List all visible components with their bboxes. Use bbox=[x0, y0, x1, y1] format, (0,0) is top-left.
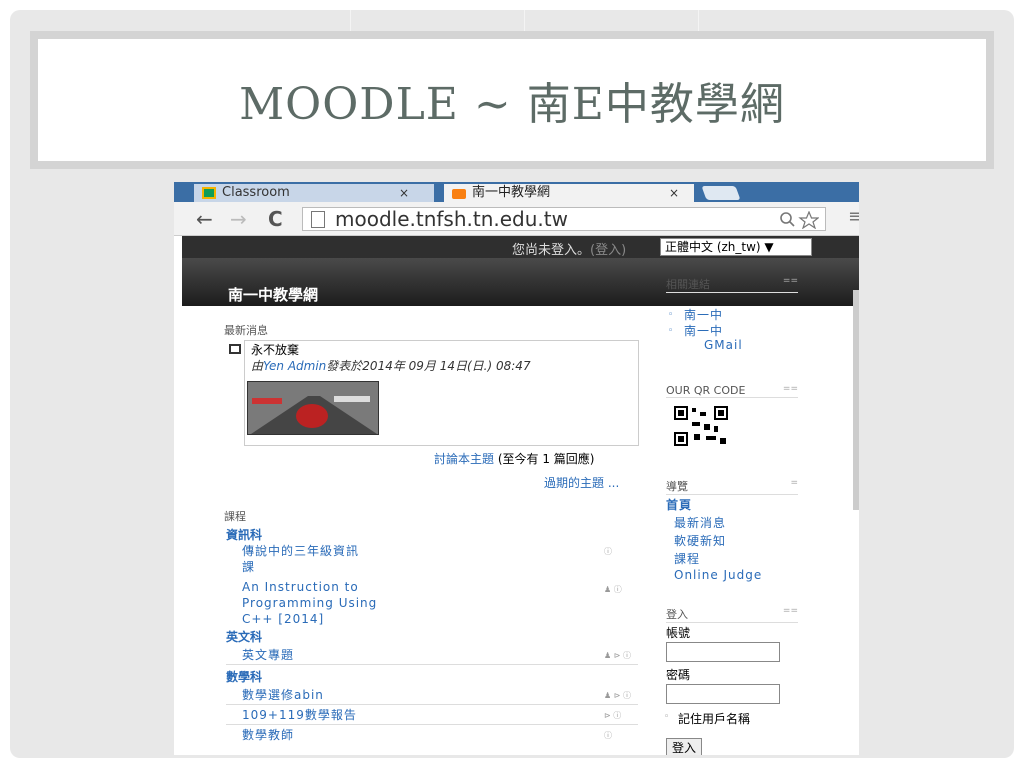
tab-label: 南一中教學網 bbox=[472, 185, 551, 200]
scrollbar[interactable] bbox=[853, 290, 859, 510]
slide-divider bbox=[350, 10, 351, 32]
post-title: 永不放棄 bbox=[251, 343, 300, 357]
language-select[interactable]: 正體中文 (zh_tw) ▼ bbox=[660, 238, 812, 256]
info-icon: ⓘ bbox=[604, 547, 612, 556]
username-label: 帳號 bbox=[666, 626, 691, 640]
block-toggle[interactable]: == bbox=[783, 384, 798, 394]
moodle-page: 您尚未登入。(登入) 正體中文 (zh_tw) ▼ 南一中教學網 最新消息 永不… bbox=[174, 236, 859, 755]
race-car-image bbox=[248, 382, 378, 434]
slide-divider bbox=[524, 10, 525, 32]
course-link[interactable]: Programming Using bbox=[242, 596, 377, 610]
course-link[interactable]: 英文專題 bbox=[242, 646, 294, 663]
discuss-link[interactable]: 討論本主題 bbox=[434, 452, 494, 466]
tab-moodle[interactable]: 南一中教學網 × bbox=[444, 184, 694, 202]
qr-code-icon bbox=[674, 406, 728, 446]
category-info[interactable]: 資訊科 bbox=[226, 526, 262, 543]
link-tnfsh[interactable]: 南一中 bbox=[684, 306, 723, 323]
nav-courses[interactable]: 課程 bbox=[674, 550, 700, 567]
slide-divider bbox=[698, 10, 699, 32]
news-post: 永不放棄 由Yen Admin發表於2014年 09月 14日(日.) 08:4… bbox=[229, 340, 639, 446]
classroom-icon bbox=[202, 187, 216, 199]
user-icon: ♟ ⊳ ⓘ bbox=[604, 691, 631, 700]
course-link[interactable]: 數學選修abin bbox=[242, 686, 324, 703]
nav-block-title: 導覽 = bbox=[666, 478, 798, 495]
divider bbox=[226, 704, 638, 705]
browser-screenshot: Classroom × 南一中教學網 × ← → C moodle.tnfsh.… bbox=[174, 182, 859, 755]
tab-strip: Classroom × 南一中教學網 × bbox=[174, 182, 859, 202]
login-block-title: 登入 == bbox=[666, 606, 798, 623]
course-link[interactable]: 課 bbox=[242, 558, 255, 575]
tab-label: Classroom bbox=[222, 185, 290, 200]
remember-label: 記住用戶名稱 bbox=[678, 712, 751, 726]
links-block-title: 相關連結 == bbox=[666, 276, 798, 293]
moodle-icon bbox=[452, 189, 466, 199]
nav-home[interactable]: 首頁 bbox=[666, 496, 692, 513]
password-field[interactable] bbox=[666, 684, 780, 704]
courses-heading: 課程 bbox=[224, 510, 246, 523]
url-text: moodle.tnfsh.tn.edu.tw bbox=[335, 207, 568, 231]
nav-news[interactable]: 最新消息 bbox=[674, 514, 726, 531]
login-link[interactable]: 登入 bbox=[595, 243, 621, 258]
login-button[interactable]: 登入 bbox=[666, 738, 702, 755]
info-icon: ⊳ ⓘ bbox=[604, 711, 622, 720]
course-link[interactable]: 數學教師 bbox=[242, 726, 294, 743]
category-english[interactable]: 英文科 bbox=[226, 628, 262, 645]
menu-icon[interactable]: ≡ bbox=[848, 206, 859, 227]
user-icon: ♟ ⊳ ⓘ bbox=[604, 651, 631, 660]
post-meta: 由Yen Admin發表於2014年 09月 14日(日.) 08:47 bbox=[251, 359, 531, 373]
slide-title-box: MOODLE ~ 南E中教學網 bbox=[30, 31, 994, 169]
search-icon[interactable] bbox=[779, 211, 819, 229]
bullet-icon: ◦ bbox=[668, 310, 674, 320]
slide-title: MOODLE ~ 南E中教學網 bbox=[239, 79, 785, 130]
nav-online-judge[interactable]: Online Judge bbox=[674, 568, 762, 582]
course-link[interactable]: An Instruction to bbox=[242, 580, 359, 594]
bullet-icon: ◦ bbox=[668, 326, 674, 336]
password-label: 密碼 bbox=[666, 668, 691, 682]
forward-button[interactable]: → bbox=[230, 207, 247, 231]
info-icon: ⓘ bbox=[604, 731, 612, 740]
login-strip: 您尚未登入。(登入) 正體中文 (zh_tw) ▼ bbox=[182, 236, 859, 258]
author-link[interactable]: Yen Admin bbox=[263, 359, 326, 373]
back-button[interactable]: ← bbox=[196, 207, 213, 231]
divider bbox=[226, 724, 638, 725]
news-heading: 最新消息 bbox=[224, 324, 268, 337]
new-tab-button[interactable] bbox=[701, 186, 741, 200]
block-toggle[interactable]: = bbox=[790, 478, 798, 488]
login-status: 您尚未登入。(登入) bbox=[512, 243, 627, 258]
divider bbox=[226, 664, 638, 665]
link-gmail[interactable]: GMail bbox=[704, 338, 743, 352]
site-name: 南一中教學網 bbox=[228, 286, 319, 304]
page-icon bbox=[311, 211, 325, 228]
link-tnfsh-2[interactable]: 南一中 bbox=[684, 322, 723, 339]
username-field[interactable] bbox=[666, 642, 780, 662]
category-math[interactable]: 數學科 bbox=[226, 668, 262, 685]
address-bar[interactable]: moodle.tnfsh.tn.edu.tw bbox=[302, 207, 826, 231]
browser-toolbar: ← → C moodle.tnfsh.tn.edu.tw ≡ bbox=[174, 202, 859, 236]
close-icon[interactable]: × bbox=[669, 184, 679, 202]
older-topics-link[interactable]: 過期的主題 ... bbox=[544, 474, 619, 491]
qr-block-title: OUR QR CODE == bbox=[666, 384, 798, 398]
block-toggle[interactable]: == bbox=[783, 276, 798, 286]
block-toggle[interactable]: == bbox=[783, 606, 798, 616]
course-link[interactable]: 109+119數學報告 bbox=[242, 706, 357, 723]
user-icon: ♟ ⓘ bbox=[604, 585, 622, 594]
post-image bbox=[247, 381, 379, 435]
discuss-row: 討論本主題 (至今有 1 篇回應) bbox=[434, 452, 595, 466]
remember-checkbox[interactable]: ◦ bbox=[664, 712, 669, 722]
course-link[interactable]: C++ [2014] bbox=[242, 612, 324, 626]
tab-classroom[interactable]: Classroom × bbox=[194, 184, 434, 202]
course-link[interactable]: 傳說中的三年級資訊 bbox=[242, 542, 359, 559]
close-icon[interactable]: × bbox=[399, 184, 409, 202]
nav-tech[interactable]: 軟硬新知 bbox=[674, 532, 726, 549]
reload-button[interactable]: C bbox=[268, 207, 283, 231]
